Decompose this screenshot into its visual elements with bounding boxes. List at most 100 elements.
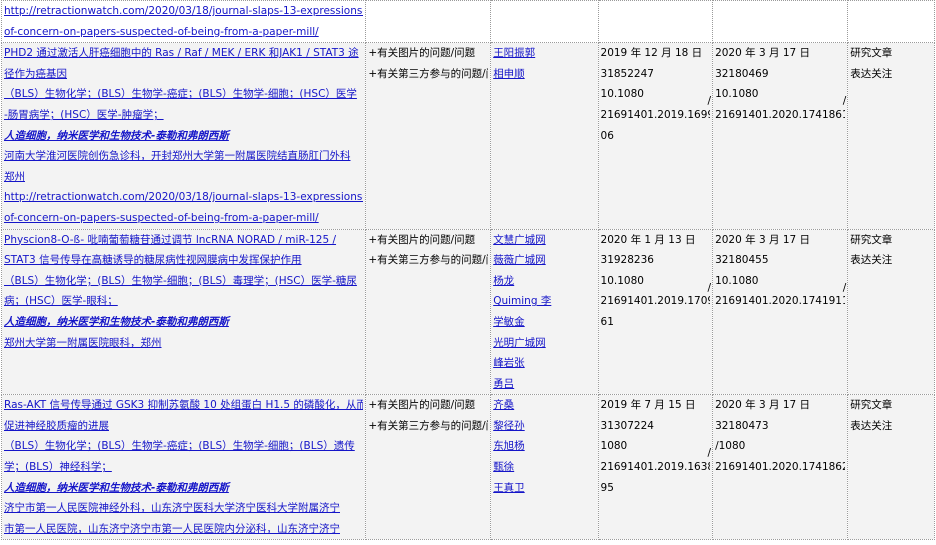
table-row: Physcion8-O-ß- 吡喃葡萄糖苷通过调节 lncRNA NORAD /… [0,228,935,396]
original-paper-cell: 2019 年 7 月 15 日 31307224 1080 21691401.2019… [597,394,714,541]
doi-slash-mark: / [842,281,847,294]
reasons-cell: +有关图片的问题/问题 +有关第三方参与的问题/问题 [365,228,492,396]
original-paper-field: 2019 年 7 月 15 日 [600,399,696,412]
article-text-link[interactable]: 学；(BLS）神经科学； [4,457,363,478]
notice-field: 2020 年 3 月 17 日 [715,233,811,246]
original-paper-field: 31307224 [600,419,654,432]
original-paper-field: 10.1080 [600,274,644,287]
article-text-link[interactable]: 济宁市第一人民医院神经外科，山东济宁医科大学济宁医科大学附属济宁 [4,498,363,519]
authors-cell: 王阳振郭 相申顺 [490,42,599,230]
original-paper-field: 1080 [600,440,628,453]
notice-field: 32180455 [715,254,769,267]
article-text-link[interactable]: （BLS）生物化学；(BLS）生物学-癌症；(BLS）生物学-细胞；(HSC）医… [4,84,363,105]
author-link[interactable]: 杨龙 [493,271,595,292]
notice-field: 32180469 [715,67,769,80]
publisher-link[interactable]: 人造细胞，纳米医学和生物技术-泰勒和弗朗西斯 [4,126,363,147]
publisher-link[interactable]: 人造细胞，纳米医学和生物技术-泰勒和弗朗西斯 [4,312,363,333]
notice-cell: 2020 年 3 月 17 日 32180469 10.1080 21691401.2… [712,42,849,230]
author-link[interactable]: 东旭杨 [493,436,595,457]
notice-field: 2020 年 3 月 17 日 [715,399,811,412]
original-paper-field: 10.1080 [600,88,644,101]
source-url-link[interactable]: http://retractionwatch.com/2020/03/18/jo… [4,187,363,208]
article-text-link[interactable]: 病；(HSC）医学-眼科； [4,291,363,312]
author-link[interactable]: 甄徐 [493,457,595,478]
notice-field: /1080 [715,440,746,453]
author-link[interactable]: 光明广城网 [493,333,595,354]
author-link[interactable]: 齐桑 [493,396,595,416]
article-text-link[interactable]: STAT3 信号传导在高糖诱导的糖尿病性视网膜病中发挥保护作用 [4,250,363,271]
author-link[interactable]: 薇薇广城网 [493,250,595,271]
article-text-link[interactable]: -肠胃病学；(HSC）医学-肿瘤学； [4,105,363,126]
reasons-cell: +有关图片的问题/问题 +有关第三方参与的问题/问题 [365,42,492,230]
article-cell: Ras-AKT 信号传导通过 GSK3 抑制苏氨酸 10 处组蛋白 H1.5 的… [0,394,367,541]
table-body: http://retractionwatch.com/2020/03/18/jo… [0,0,935,541]
article-text-link[interactable]: （BLS）生物化学；(BLS）生物学-癌症；(BLS）生物学-细胞；(BLS）遗… [4,436,363,457]
article-cell: PHD2 通过激活人肝癌细胞中的 Ras / Raf / MEK / ERK 和… [0,42,367,230]
original-paper-field: 06 [600,129,614,142]
author-link[interactable]: 黎径孙 [493,416,595,437]
article-type-label: 表达关注 [850,67,893,80]
notice-field: 21691401.2020.1741862 [715,461,846,474]
original-paper-field: 61 [600,315,614,328]
reasons-cell: +有关图片的问题/问题 +有关第三方参与的问题/问题 [365,394,492,541]
article-text-link[interactable]: 郑州大学第一附属医院眼科，郑州 [4,333,363,354]
notice-field: 32180473 [715,419,769,432]
article-type-label: 研究文章 [850,47,893,60]
original-paper-field: 95 [600,481,614,494]
original-paper-cell [597,0,714,44]
article-type-cell [847,0,935,44]
original-paper-field: 21691401.2019.16998 [600,108,711,121]
publisher-link[interactable]: 人造细胞，纳米医学和生物技术-泰勒和弗朗西斯 [4,478,363,499]
original-paper-field: 31928236 [600,254,654,267]
article-type-cell: 研究文章 表达关注 [847,228,935,396]
notice-cell: 2020 年 3 月 17 日 32180455 10.1080 21691401.2… [712,228,849,396]
author-link[interactable]: 文慧广城网 [493,230,595,250]
doi-slash-mark: / [707,447,712,460]
authors-cell [490,0,599,44]
source-url-link[interactable]: of-concern-on-papers-suspected-of-being-… [4,22,363,42]
author-link[interactable]: 王真卫 [493,478,595,499]
notice-field: 10.1080 [715,274,759,287]
article-type-label: 研究文章 [850,233,893,246]
article-text-link[interactable]: 郑州 [4,167,363,188]
article-text-link[interactable]: 径作为癌基因 [4,64,363,85]
reason-item: +有关图片的问题/问题 [368,47,476,60]
original-paper-field: 31852247 [600,67,654,80]
reason-item: +有关图片的问题/问题 [368,399,476,412]
source-url-link[interactable]: of-concern-on-papers-suspected-of-being-… [4,208,363,228]
article-text-link[interactable]: 河南大学淮河医院创伤急诊科，开封郑州大学第一附属医院结直肠肛门外科 [4,146,363,167]
article-text-link[interactable]: Physcion8-O-ß- 吡喃葡萄糖苷通过调节 lncRNA NORAD /… [4,230,363,250]
retraction-table: http://retractionwatch.com/2020/03/18/jo… [0,0,935,541]
article-cell: http://retractionwatch.com/2020/03/18/jo… [0,0,367,44]
table-row: PHD2 通过激活人肝癌细胞中的 Ras / Raf / MEK / ERK 和… [0,42,935,230]
author-link[interactable]: 王阳振郭 [493,44,595,64]
authors-cell: 齐桑 黎径孙 东旭杨 甄徐 王真卫 [490,394,599,541]
article-text-link[interactable]: （BLS）生物化学；(BLS）生物学-细胞；(BLS）毒理学；(HSC）医学-糖… [4,271,363,292]
author-link[interactable]: 峰岩张 [493,353,595,374]
author-link[interactable]: 相申顺 [493,64,595,85]
notice-field: 10.1080 [715,88,759,101]
article-type-label: 研究文章 [850,399,893,412]
notice-cell [712,0,849,44]
original-paper-field: 21691401.2019.17098 [600,295,711,308]
author-link[interactable]: 勇吕 [493,374,595,394]
author-link[interactable]: Quiming 李 [493,291,595,312]
article-type-cell: 研究文章 表达关注 [847,394,935,541]
notice-field: 2020 年 3 月 17 日 [715,47,811,60]
article-text-link[interactable]: PHD2 通过激活人肝癌细胞中的 Ras / Raf / MEK / ERK 和… [4,44,363,64]
reason-item: +有关第三方参与的问题/问题 [368,254,488,267]
article-type-label: 表达关注 [850,419,893,432]
original-paper-cell: 2020 年 1 月 13 日 31928236 10.1080 21691401.2… [597,228,714,396]
article-text-link[interactable]: 促进神经胶质瘤的进展 [4,416,363,437]
source-url-link[interactable]: http://retractionwatch.com/2020/03/18/jo… [4,2,363,22]
article-text-link[interactable]: 市第一人民医院，山东济宁济宁市第一人民医院内分泌科，山东济宁济宁 [4,519,363,539]
original-paper-field: 2019 年 12 月 18 日 [600,47,703,60]
doi-slash-mark: / [707,95,712,108]
reasons-cell [365,0,492,44]
authors-cell: 文慧广城网 薇薇广城网 杨龙 Quiming 李学敏金 光明广城网 峰岩张 勇吕 [490,228,599,396]
article-text-link[interactable]: Ras-AKT 信号传导通过 GSK3 抑制苏氨酸 10 处组蛋白 H1.5 的… [4,396,363,416]
reason-item: +有关第三方参与的问题/问题 [368,67,488,80]
notice-cell: 2020 年 3 月 17 日 32180473/1080 21691401.202… [712,394,849,541]
author-link[interactable]: 学敏金 [493,312,595,333]
reason-item: +有关图片的问题/问题 [368,233,476,246]
